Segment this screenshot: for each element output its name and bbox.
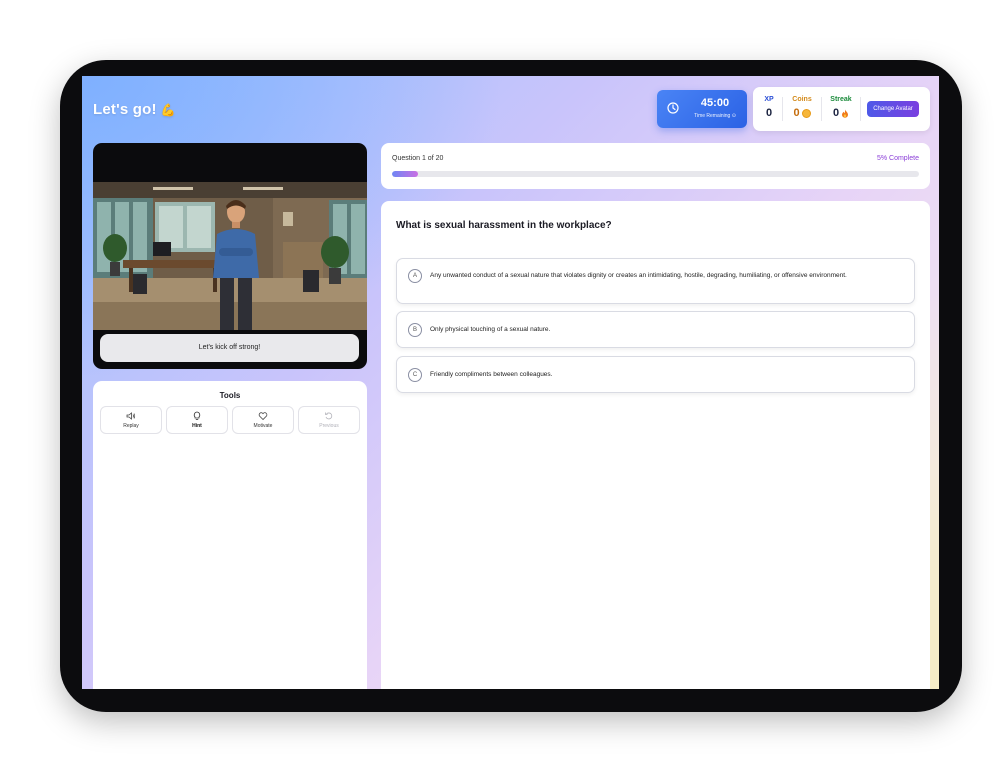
answer-option-a[interactable]: A Any unwanted conduct of a sexual natur…	[396, 258, 915, 304]
option-text: Only physical touching of a sexual natur…	[430, 326, 551, 333]
coins-value: 0	[793, 107, 800, 119]
video-caption: Let's kick off strong!	[100, 334, 359, 362]
timer-panel: 45:00 Time Remaining ⊙	[657, 90, 747, 128]
greeting-text: Let's go!	[93, 101, 157, 118]
option-text: Friendly compliments between colleagues.	[430, 371, 553, 378]
timer-value: 45:00	[700, 97, 730, 109]
replay-label: Replay	[123, 423, 139, 429]
tools-title: Tools	[219, 391, 241, 400]
option-letter: A	[408, 269, 422, 283]
timer-label: Time Remaining ⊙	[694, 113, 736, 119]
answer-option-b[interactable]: B Only physical touching of a sexual nat…	[396, 311, 915, 348]
greeting-heading: Let's go! 💪	[93, 101, 176, 118]
undo-icon	[325, 412, 333, 420]
tools-panel: Tools Replay Hint Motivate Previous	[93, 381, 367, 689]
flame-icon	[842, 109, 849, 118]
heart-icon	[258, 412, 268, 421]
streak-value: 0	[832, 107, 840, 119]
avatar-video-player[interactable]: Let's kick off strong!	[93, 143, 367, 369]
lightbulb-icon	[193, 411, 201, 420]
question-counter: Question 1 of 20	[392, 155, 444, 162]
progress-percent: 5% Complete	[876, 155, 919, 162]
clock-icon	[667, 102, 679, 114]
app-screen: Let's go! 💪 45:00 Time Remaining ⊙ XP 0 C…	[82, 76, 939, 689]
hint-label: Hint	[192, 423, 202, 429]
streak-value-row: 0	[826, 107, 856, 119]
option-text: Any unwanted conduct of a sexual nature …	[430, 272, 847, 279]
option-letter: C	[408, 368, 422, 382]
hint-button[interactable]: Hint	[166, 406, 228, 434]
streak-label: Streak	[830, 96, 852, 103]
xp-label: XP	[764, 96, 774, 103]
xp-value: 0	[765, 107, 773, 119]
flexed-arm-icon: 💪	[160, 103, 176, 117]
change-avatar-button[interactable]: Change Avatar	[867, 101, 919, 117]
question-panel: What is sexual harassment in the workpla…	[381, 201, 930, 689]
coins-value-row: 0	[788, 107, 816, 119]
progress-panel: Question 1 of 20 5% Complete	[381, 143, 930, 189]
option-letter: B	[408, 323, 422, 337]
motivate-label: Motivate	[253, 423, 273, 429]
stat-divider	[821, 97, 822, 121]
progress-bar	[392, 171, 919, 177]
replay-button[interactable]: Replay	[100, 406, 162, 434]
coins-label: Coins	[792, 96, 812, 103]
previous-button[interactable]: Previous	[298, 406, 360, 434]
streak-stat: Streak 0	[826, 96, 856, 119]
xp-stat: XP 0	[762, 96, 776, 119]
coin-icon	[801, 108, 811, 118]
progress-bar-fill	[392, 171, 419, 177]
stat-divider	[860, 97, 861, 121]
stats-panel: XP 0 Coins 0 Streak 0 Change Avatar	[753, 87, 930, 131]
coins-stat: Coins 0	[788, 96, 816, 119]
motivate-button[interactable]: Motivate	[232, 406, 294, 434]
speaker-icon	[126, 412, 136, 420]
question-text: What is sexual harassment in the workpla…	[396, 220, 612, 231]
answer-option-c[interactable]: C Friendly compliments between colleague…	[396, 356, 915, 393]
office-scene-image	[93, 182, 367, 330]
stat-divider	[782, 97, 783, 121]
previous-label: Previous	[319, 423, 339, 429]
